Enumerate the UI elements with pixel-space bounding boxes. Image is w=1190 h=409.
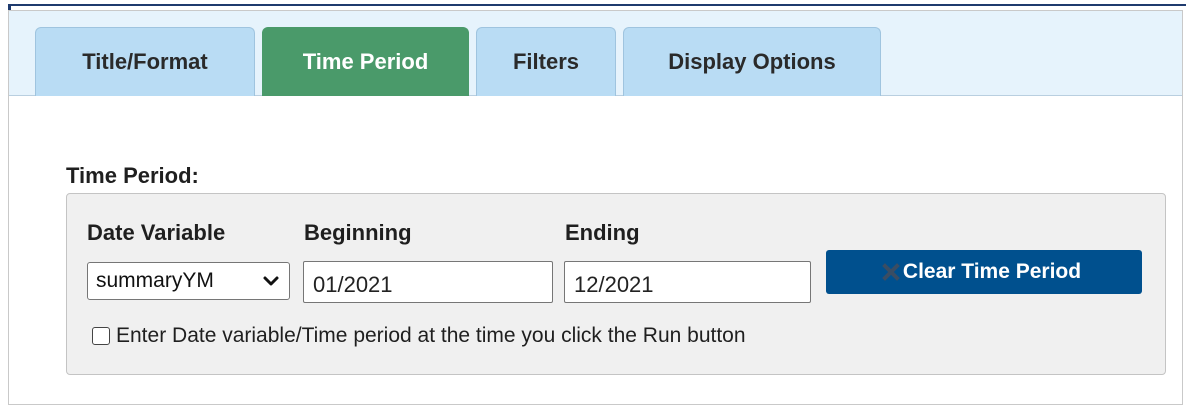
tab-filters[interactable]: Filters: [476, 27, 616, 96]
close-icon: [882, 263, 900, 281]
tab-label: Time Period: [302, 49, 429, 74]
tab-display-options[interactable]: Display Options: [623, 27, 881, 96]
chevron-down-icon: [263, 276, 279, 286]
prompt-time-period-row: Enter Date variable/Time period at the t…: [92, 324, 746, 348]
time-period-heading: Time Period:: [66, 163, 199, 188]
tab-bar: Title/Format Time Period Filters Display…: [9, 11, 1182, 96]
tab-label: Display Options: [668, 49, 836, 74]
ending-input[interactable]: 12/2021: [564, 261, 811, 303]
date-variable-select[interactable]: summaryYM: [87, 262, 290, 300]
clear-button-label: Clear Time Period: [902, 260, 1082, 283]
tab-title-format[interactable]: Title/Format: [35, 27, 255, 96]
date-variable-value: summaryYM: [96, 269, 214, 292]
tab-label: Filters: [512, 49, 580, 74]
tab-time-period[interactable]: Time Period: [262, 27, 469, 96]
beginning-input[interactable]: 01/2021: [303, 261, 553, 303]
date-variable-label: Date Variable: [87, 220, 226, 245]
time-period-fieldset: Date Variable Beginning Ending summaryYM…: [66, 193, 1166, 375]
beginning-label: Beginning: [304, 220, 412, 245]
ending-label: Ending: [565, 220, 640, 245]
tab-label: Title/Format: [82, 49, 208, 74]
clear-time-period-button[interactable]: Clear Time Period: [826, 250, 1142, 294]
prompt-time-period-checkbox[interactable]: [92, 327, 110, 345]
report-options-panel: Title/Format Time Period Filters Display…: [8, 10, 1183, 405]
prompt-time-period-label[interactable]: Enter Date variable/Time period at the t…: [116, 324, 746, 348]
